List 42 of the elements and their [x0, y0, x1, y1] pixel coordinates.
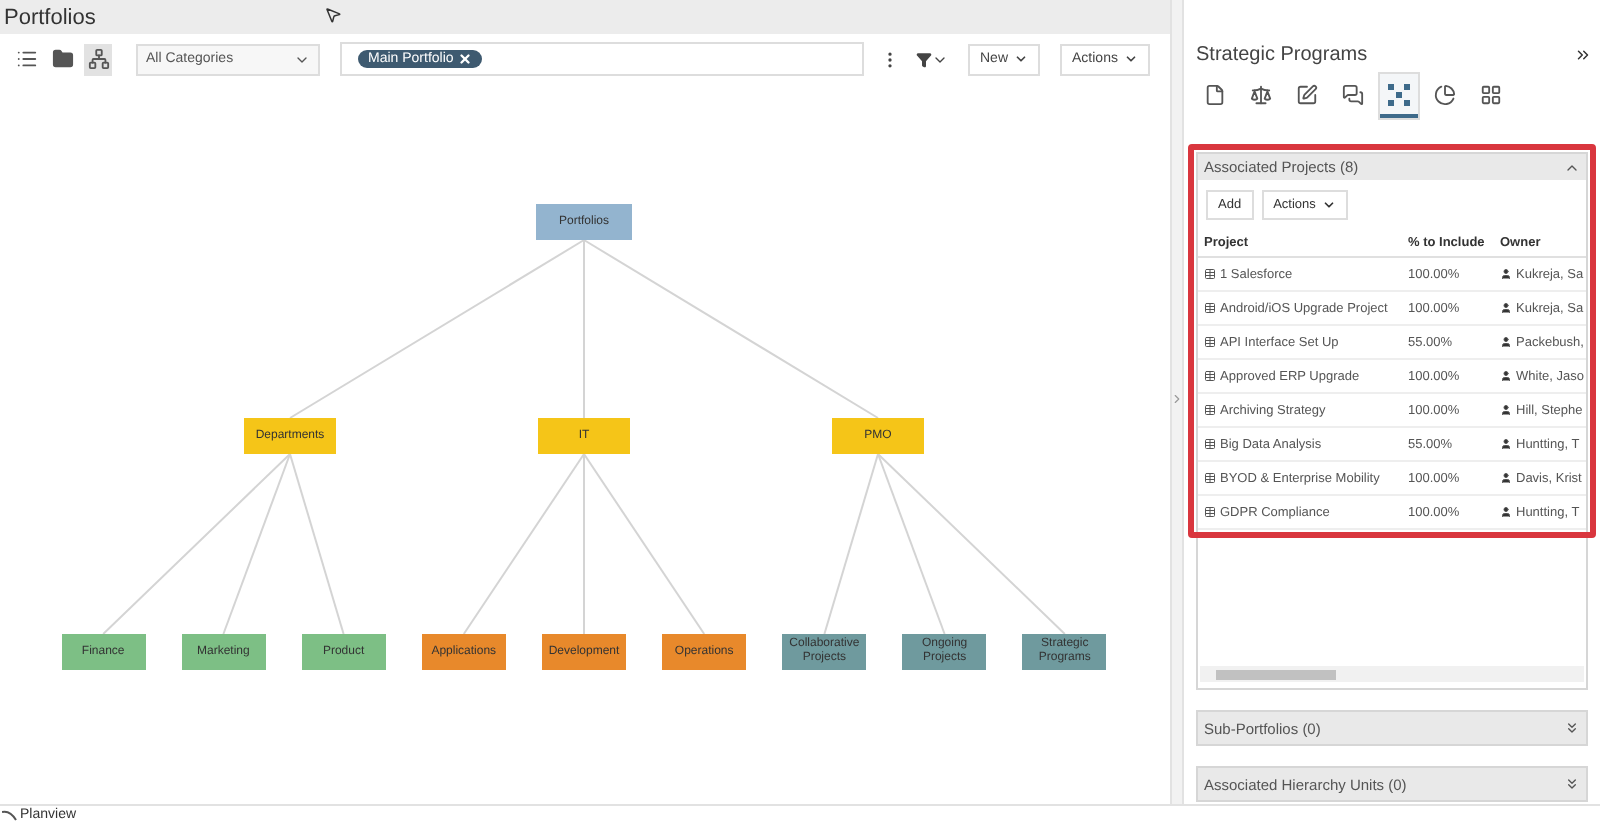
person-icon [1500, 336, 1512, 348]
caret-icon [1123, 52, 1138, 66]
person-icon [1500, 506, 1512, 518]
horizontal-scrollbar[interactable] [1200, 666, 1584, 682]
person-icon [1500, 302, 1512, 314]
caret-icon [1014, 52, 1029, 66]
caret-icon [1321, 198, 1336, 212]
document-icon [1204, 83, 1226, 105]
project-icon [1204, 268, 1216, 280]
double-chevron-down-icon [1564, 776, 1580, 792]
project-icon [1204, 336, 1216, 348]
person-icon [1500, 404, 1512, 416]
pie-chart-icon [1434, 83, 1456, 105]
person-icon [1500, 438, 1512, 450]
comments-icon [1342, 83, 1364, 105]
project-icon [1204, 472, 1216, 484]
project-icon [1204, 506, 1216, 518]
grid-icon [1480, 83, 1502, 105]
collapse-panel-icon[interactable] [1574, 45, 1592, 63]
view-toggle[interactable] [84, 43, 112, 75]
person-icon [1500, 268, 1512, 280]
project-icon [1204, 302, 1216, 314]
edit-icon [1296, 83, 1318, 105]
page-title: Portfolios [4, 5, 96, 29]
filter-button[interactable] [916, 51, 948, 67]
double-chevron-down-icon [1564, 720, 1580, 736]
filter-icon [916, 51, 932, 67]
folder-icon [51, 48, 73, 70]
scale-icon [1250, 83, 1272, 105]
project-icon [1204, 404, 1216, 416]
hierarchy-icon [87, 48, 109, 70]
brand-logo-icon [2, 809, 18, 821]
project-icon [1204, 438, 1216, 450]
cursor-icon [324, 6, 342, 24]
panel-tab[interactable] [1380, 74, 1418, 118]
panel-title: Strategic Programs [1196, 43, 1368, 65]
close-icon [457, 52, 472, 66]
project-icon [1204, 370, 1216, 382]
person-icon [1500, 370, 1512, 382]
person-icon [1500, 472, 1512, 484]
expand-handle-icon[interactable] [1170, 391, 1184, 405]
nodes-icon [1388, 83, 1410, 105]
